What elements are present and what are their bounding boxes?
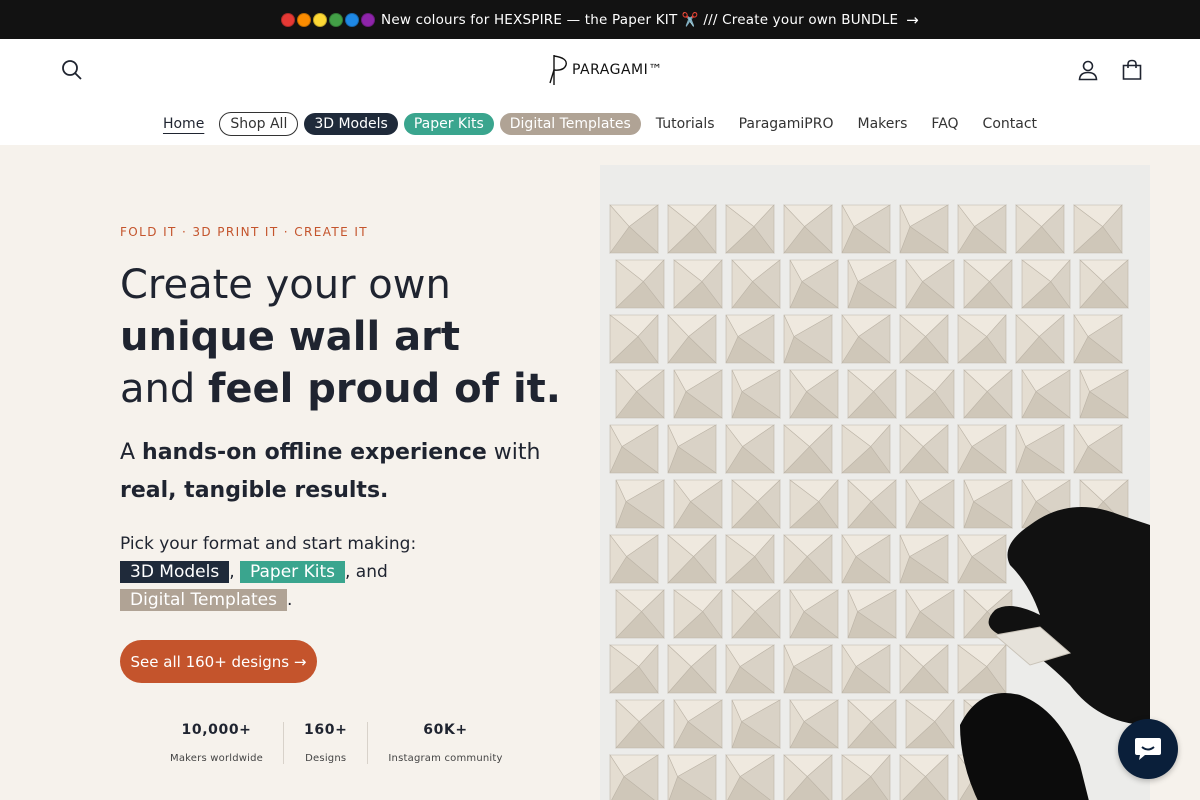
tag-3d-models[interactable]: 3D Models xyxy=(120,561,230,583)
tag-paper-kits[interactable]: Paper Kits xyxy=(240,561,345,583)
nav-makers[interactable]: Makers xyxy=(845,116,919,132)
nav-contact[interactable]: Contact xyxy=(971,116,1049,132)
color-dot-purple xyxy=(361,12,376,27)
stat-value: 60K+ xyxy=(423,722,468,738)
nav-3d-models[interactable]: 3D Models xyxy=(304,113,398,135)
subhead-bold-2: real, tangible results. xyxy=(120,478,389,503)
hero-subheadline: A hands-on offline experience with real,… xyxy=(120,434,580,510)
color-dot-yellow xyxy=(313,12,328,27)
color-dot-green xyxy=(329,12,344,27)
account-button[interactable] xyxy=(1070,52,1106,88)
wall-art-illustration xyxy=(600,165,1150,800)
stats-row: 10,000+ Makers worldwide 160+ Designs 60… xyxy=(150,722,523,764)
hero-headline: Create your own unique wall art and feel… xyxy=(120,259,580,415)
search-icon xyxy=(62,60,82,80)
pick-intro: Pick your format and start making: xyxy=(120,534,417,554)
nav-shop-all[interactable]: Shop All xyxy=(219,112,299,136)
nav-faq[interactable]: FAQ xyxy=(919,116,970,132)
headline-line-3-pre: and xyxy=(120,366,208,412)
logo[interactable]: PARAGAMI™ xyxy=(548,53,663,87)
color-dot-red xyxy=(281,12,296,27)
color-dot-blue xyxy=(345,12,360,27)
headline-line-3-bold: feel proud of it. xyxy=(207,366,561,412)
stat-value: 160+ xyxy=(304,722,348,738)
announcement-text[interactable]: New colours for HEXSPIRE — the Paper KIT… xyxy=(381,12,898,28)
subhead-pre: A xyxy=(120,440,143,465)
cart-icon xyxy=(1122,59,1142,80)
logo-text: PARAGAMI™ xyxy=(572,62,663,78)
logo-mark-icon xyxy=(549,55,567,85)
tag-separator-3: . xyxy=(286,590,293,610)
hero-eyebrow: FOLD IT · 3D PRINT IT · CREATE IT xyxy=(120,225,369,239)
stat-label: Designs xyxy=(305,753,347,764)
subhead-bold-1: hands-on offline experience xyxy=(142,440,487,465)
tag-separator-2: , and xyxy=(344,562,388,582)
account-icon xyxy=(1078,60,1098,81)
site-header: PARAGAMI™ Home Shop All 3D Models Paper … xyxy=(0,39,1200,145)
nav-paragamipro[interactable]: ParagamiPRO xyxy=(727,116,846,132)
subhead-mid: with xyxy=(486,440,541,465)
format-picker-text: Pick your format and start making: 3D Mo… xyxy=(120,530,540,614)
tag-digital-templates[interactable]: Digital Templates xyxy=(120,589,287,611)
chat-icon xyxy=(1135,738,1161,760)
tag-separator-1: , xyxy=(229,562,235,582)
nav-paper-kits[interactable]: Paper Kits xyxy=(403,113,494,135)
hero-section: FOLD IT · 3D PRINT IT · CREATE IT Create… xyxy=(0,145,1200,800)
color-dot-orange xyxy=(297,12,312,27)
hero-wall-art-image xyxy=(600,165,1150,800)
chat-button[interactable] xyxy=(1118,719,1178,779)
cart-button[interactable] xyxy=(1114,52,1150,88)
color-dots xyxy=(281,12,376,27)
nav-home[interactable]: Home xyxy=(151,116,216,132)
see-all-designs-button[interactable]: See all 160+ designs → xyxy=(120,640,317,683)
stat-designs: 160+ Designs xyxy=(283,722,367,764)
stat-value: 10,000+ xyxy=(181,722,252,738)
nav-tutorials[interactable]: Tutorials xyxy=(644,116,727,132)
headline-line-1: Create your own xyxy=(120,262,451,308)
announcement-bar[interactable]: New colours for HEXSPIRE — the Paper KIT… xyxy=(0,0,1200,39)
nav-digital-templates[interactable]: Digital Templates xyxy=(499,113,641,135)
search-button[interactable] xyxy=(54,52,90,88)
arrow-right-icon: → xyxy=(906,10,919,29)
stat-makers: 10,000+ Makers worldwide xyxy=(150,722,283,764)
stat-label: Makers worldwide xyxy=(170,753,264,764)
stat-label: Instagram community xyxy=(388,753,503,764)
main-nav: Home Shop All 3D Models Paper Kits Digit… xyxy=(0,111,1200,137)
headline-line-2: unique wall art xyxy=(120,314,460,360)
stat-instagram: 60K+ Instagram community xyxy=(367,722,522,764)
